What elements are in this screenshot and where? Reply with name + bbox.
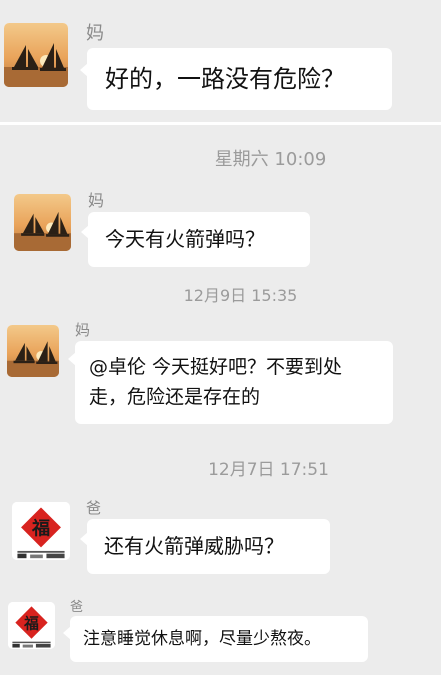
timestamp: 星期六 10:09 xyxy=(214,149,327,170)
fortune-glyph: 福 xyxy=(31,518,50,540)
sunset-sailboat-avatar-icon xyxy=(7,325,59,377)
message-text: 注意睡觉休息啊，尽量少熬夜。 xyxy=(83,629,321,649)
message-text: 好的，一路没有危险？ xyxy=(105,65,345,93)
fortune-glyph: 福 xyxy=(23,614,39,632)
message-bubble[interactable]: 还有火箭弹威胁吗？ xyxy=(80,519,330,574)
sender-name: 爸 xyxy=(86,499,102,517)
dad-avatar[interactable]: 福 xyxy=(8,602,55,649)
mom-avatar[interactable] xyxy=(4,23,68,87)
message-text: @卓伦 今天挺好吧？不要到处 走，危险还是存在的 xyxy=(89,356,343,408)
message-bubble[interactable]: @卓伦 今天挺好吧？不要到处 走，危险还是存在的 xyxy=(68,341,393,424)
message-bubble[interactable]: 好的，一路没有危险？ xyxy=(80,48,392,110)
chat-screen-2: 星期六 10:09 妈 今天有火箭弹吗？ 12月9日 15:35 妈 @卓伦 今… xyxy=(0,125,441,675)
chat-screen-1: 妈 好的，一路没有危险？ xyxy=(0,0,441,122)
mom-avatar[interactable] xyxy=(7,325,59,377)
timestamp: 12月7日 17:51 xyxy=(208,460,329,480)
sender-name: 妈 xyxy=(88,191,105,210)
dad-avatar[interactable]: 福 xyxy=(12,502,70,560)
sender-name: 妈 xyxy=(86,23,104,44)
fortune-couplet-avatar-icon: 福 xyxy=(12,502,70,560)
timestamp: 12月9日 15:35 xyxy=(183,286,298,305)
message-text: 今天有火箭弹吗？ xyxy=(105,227,265,251)
message-text: 还有火箭弹威胁吗？ xyxy=(104,534,284,558)
sunset-sailboat-avatar-icon xyxy=(14,194,71,251)
message-bubble[interactable]: 注意睡觉休息啊，尽量少熬夜。 xyxy=(63,616,368,662)
sender-name: 妈 xyxy=(75,321,91,339)
message-bubble[interactable]: 今天有火箭弹吗？ xyxy=(81,212,310,267)
sender-name: 爸 xyxy=(70,600,84,615)
sunset-sailboat-avatar-icon xyxy=(4,23,68,87)
fortune-couplet-avatar-icon: 福 xyxy=(8,602,55,649)
mom-avatar[interactable] xyxy=(14,194,71,251)
